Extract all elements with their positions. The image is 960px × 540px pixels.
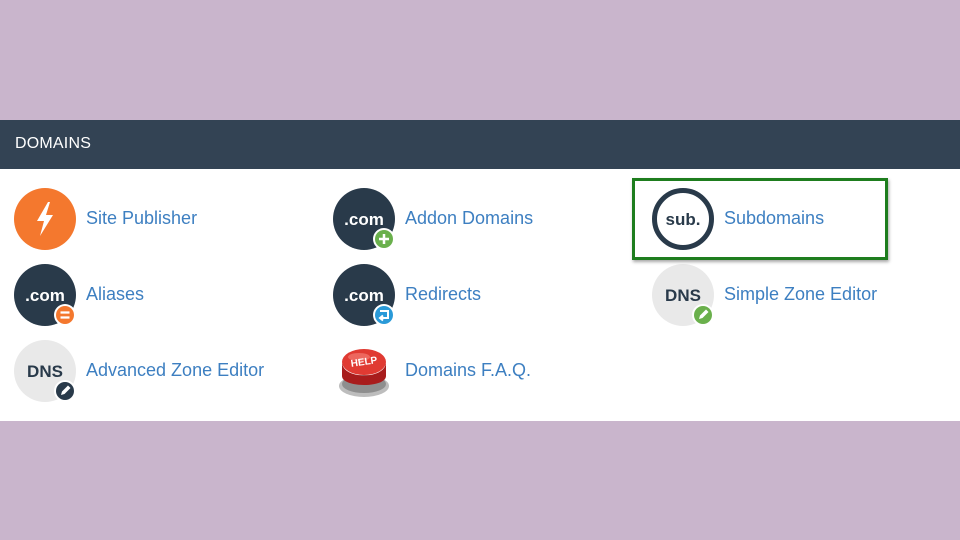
subdomains-link[interactable]: sub. Subdomains [652,188,932,252]
redirects-label: Redirects [405,284,482,304]
simple-zone-editor-link[interactable]: DNS Simple Zone Editor [652,264,932,328]
addon-domains-label: Addon Domains [405,208,534,228]
svg-text:.com: .com [344,286,384,305]
svg-text:.com: .com [25,286,65,305]
redirects-link[interactable]: .com Redirects [333,264,613,328]
svg-text:DNS: DNS [665,286,701,305]
svg-text:DNS: DNS [27,362,63,381]
advanced-zone-editor-link[interactable]: DNS Advanced Zone Editor [14,340,294,404]
panel-title: DOMAINS [15,135,92,152]
aliases-label: Aliases [86,284,145,304]
dotcom-redirect-icon: .com [333,264,395,326]
domains-faq-label: Domains F.A.Q. [405,360,532,380]
aliases-link[interactable]: .com Aliases [14,264,294,328]
advanced-zone-editor-label: Advanced Zone Editor [86,360,265,380]
addon-domains-link[interactable]: .com Addon Domains [333,188,613,252]
site-publisher-link[interactable]: Site Publisher [14,188,294,252]
dotcom-alias-icon: .com [14,264,76,326]
subdomains-label: Subdomains [724,208,825,228]
help-button-icon: HELP [333,340,395,402]
panel-header: DOMAINS [0,120,960,169]
lightning-bolt-icon [14,188,76,250]
dns-edit-icon: DNS [652,264,714,326]
dotcom-add-icon: .com [333,188,395,250]
sub-icon: sub. [652,188,714,250]
dns-advanced-edit-icon: DNS [14,340,76,402]
svg-text:sub.: sub. [666,210,701,229]
domains-faq-link[interactable]: HELP Domains F.A.Q. [333,340,613,404]
svg-text:.com: .com [344,210,384,229]
simple-zone-editor-label: Simple Zone Editor [724,284,878,304]
site-publisher-label: Site Publisher [86,208,198,228]
